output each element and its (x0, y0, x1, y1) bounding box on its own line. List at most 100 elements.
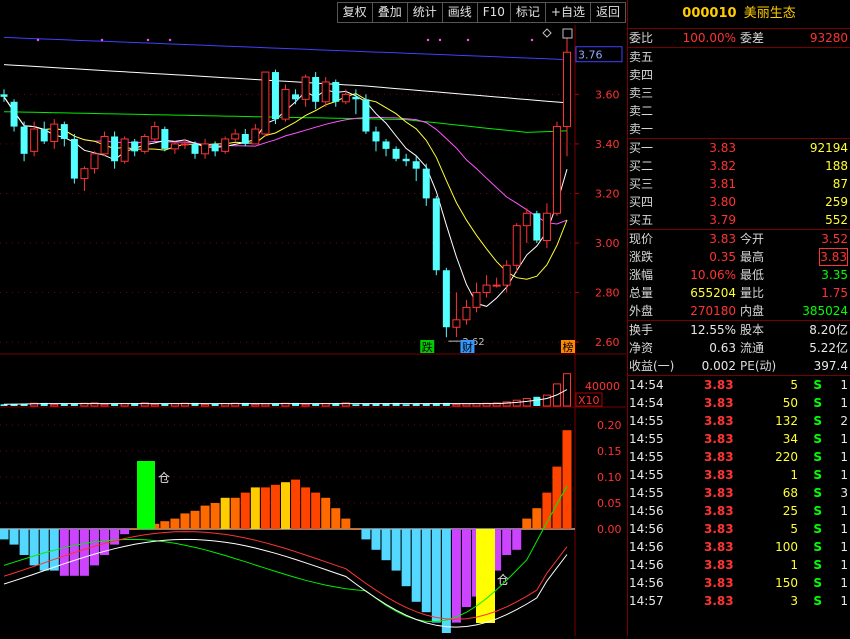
candle-body (332, 81, 340, 102)
indicator-bar (331, 508, 341, 529)
toolbar-button-4[interactable]: F10 (477, 2, 511, 23)
tick-row[interactable]: 14:54 3.83 50 S 1 (628, 394, 850, 412)
candle-body (492, 284, 501, 287)
tick-row[interactable]: 14:55 3.83 34 S 1 (628, 430, 850, 448)
indicator-tick-label: 0.00 (597, 523, 622, 536)
tick-row[interactable]: 14:56 3.83 5 S 1 (628, 520, 850, 538)
indicator-bar (250, 487, 260, 529)
candle (542, 203, 551, 248)
ask-row: 卖三 (628, 84, 850, 102)
tick-volume: 5 (790, 378, 798, 392)
volume-bar (462, 403, 471, 407)
tick-side: S (813, 396, 822, 410)
tick-list[interactable]: 14:54 3.83 5 S 1 14:54 3.83 50 S 1 14:55 3.83 132 S 2 1… (628, 375, 850, 610)
tick-count: 1 (840, 540, 848, 554)
candle (502, 260, 511, 293)
indicator-bar (532, 508, 542, 529)
stat-label: 量比 (740, 286, 765, 300)
tick-time: 14:56 (629, 522, 664, 536)
stat-value: 270180 (690, 304, 736, 318)
fundamentals: 换手 12.55% 股本 8.20亿 净资 0.63 流通 5.22亿 收益(一) 0.002 PE… (628, 320, 850, 375)
price-tick-label: 2.80 (595, 287, 620, 300)
toolbar-button-5[interactable]: 标记 (510, 2, 546, 23)
candle (512, 223, 521, 273)
stat-label: 最高 (740, 250, 765, 264)
fund-label: 股本 (740, 323, 765, 337)
toolbar-button-2[interactable]: 统计 (407, 2, 443, 23)
indicator-bar (461, 529, 471, 607)
tick-row[interactable]: 14:56 3.83 25 S 1 (628, 502, 850, 520)
volume-bar (150, 403, 159, 407)
candle-body (90, 153, 99, 170)
tick-row[interactable]: 14:57 3.83 3 S 1 (628, 592, 850, 610)
candle-body (352, 96, 360, 100)
weicha-value: 93280 (809, 31, 848, 45)
candle (170, 141, 179, 154)
candle-body (201, 143, 210, 155)
toolbar-button-1[interactable]: 叠加 (372, 2, 408, 23)
stock-title: 000010 美丽生态 (628, 0, 850, 29)
tick-row[interactable]: 14:55 3.83 132 S 2 (628, 412, 850, 430)
volume-bar (261, 403, 270, 407)
volume-bar (100, 403, 109, 407)
candle (563, 37, 571, 157)
tick-count: 1 (840, 504, 848, 518)
fund-label: PE(动) (740, 359, 777, 373)
candle (422, 163, 430, 206)
tick-row[interactable]: 14:55 3.83 220 S 1 (628, 448, 850, 466)
stat-label: 内盘 (740, 304, 765, 318)
candle-body (472, 292, 481, 308)
tick-row[interactable]: 14:56 3.83 150 S 1 (628, 574, 850, 592)
indicator-bar (371, 529, 381, 550)
maximize-icon (562, 28, 573, 39)
volume-bar (533, 396, 541, 406)
indicator-bar (160, 521, 170, 529)
candle-body (512, 225, 521, 266)
volume-bar (452, 403, 461, 407)
indicator-bar (0, 529, 9, 540)
tick-side: S (813, 432, 822, 446)
candle-body (502, 264, 511, 286)
candle (241, 129, 249, 147)
indicator-bar (401, 529, 411, 587)
toolbar-button-0[interactable]: 复权 (336, 2, 373, 23)
candle-body (140, 135, 149, 152)
toolbar-button-7[interactable]: 返回 (590, 2, 626, 23)
indicator-bar (210, 503, 220, 529)
event-marker-label: 跌 (422, 340, 433, 354)
current-price-label: 3.76 (578, 49, 603, 62)
tick-row[interactable]: 14:55 3.83 68 S 3 (628, 484, 850, 502)
toolbar-button-3[interactable]: 画线 (442, 2, 478, 23)
candle (140, 134, 149, 154)
candle-body (211, 143, 219, 152)
tick-count: 1 (840, 558, 848, 572)
volume-bar (362, 403, 370, 406)
bid-row: 买一 3.83 92194 (628, 139, 850, 157)
tick-row[interactable]: 14:55 3.83 1 S 1 (628, 466, 850, 484)
indicator-bar (451, 529, 461, 623)
fund-label: 收益(一) (629, 359, 675, 373)
ma250-line (3, 36, 568, 61)
candle (402, 153, 410, 167)
tick-row[interactable]: 14:56 3.83 1 S 1 (628, 556, 850, 574)
tick-row[interactable]: 14:54 3.83 5 S 1 (628, 376, 850, 394)
fund-value: 397.4 (813, 359, 848, 373)
indicator-tick-label: 0.10 (597, 471, 622, 484)
tick-price: 3.83 (704, 576, 734, 590)
quote-panel: 000010 美丽生态 委比 100.00% 委差 93280 卖五 卖四 卖三 卖二… (627, 0, 850, 636)
tick-row[interactable]: 14:56 3.83 100 S 1 (628, 538, 850, 556)
indicator-bar (441, 529, 451, 633)
candle-body (50, 123, 59, 142)
indicator-tick-label: 0.05 (597, 497, 622, 510)
candle-body (482, 284, 491, 294)
bid-levels: 买一 3.83 92194 买二 3.82 188 买三 3.81 87 买四 3.80 259 买五 3… (628, 138, 850, 229)
diamond-icon (542, 28, 552, 38)
chart-area[interactable]: 3.603.403.203.002.802.603.762.62跌财榜40000… (0, 0, 626, 636)
tick-price: 3.83 (704, 504, 734, 518)
kline-chart[interactable]: 3.603.403.203.002.802.603.762.62跌财榜40000… (0, 0, 626, 636)
candle-body (231, 133, 240, 140)
tick-time: 14:55 (629, 468, 664, 482)
tick-time: 14:55 (629, 414, 664, 428)
toolbar-button-6[interactable]: +自选 (545, 2, 591, 23)
indicator-bar (200, 505, 210, 529)
